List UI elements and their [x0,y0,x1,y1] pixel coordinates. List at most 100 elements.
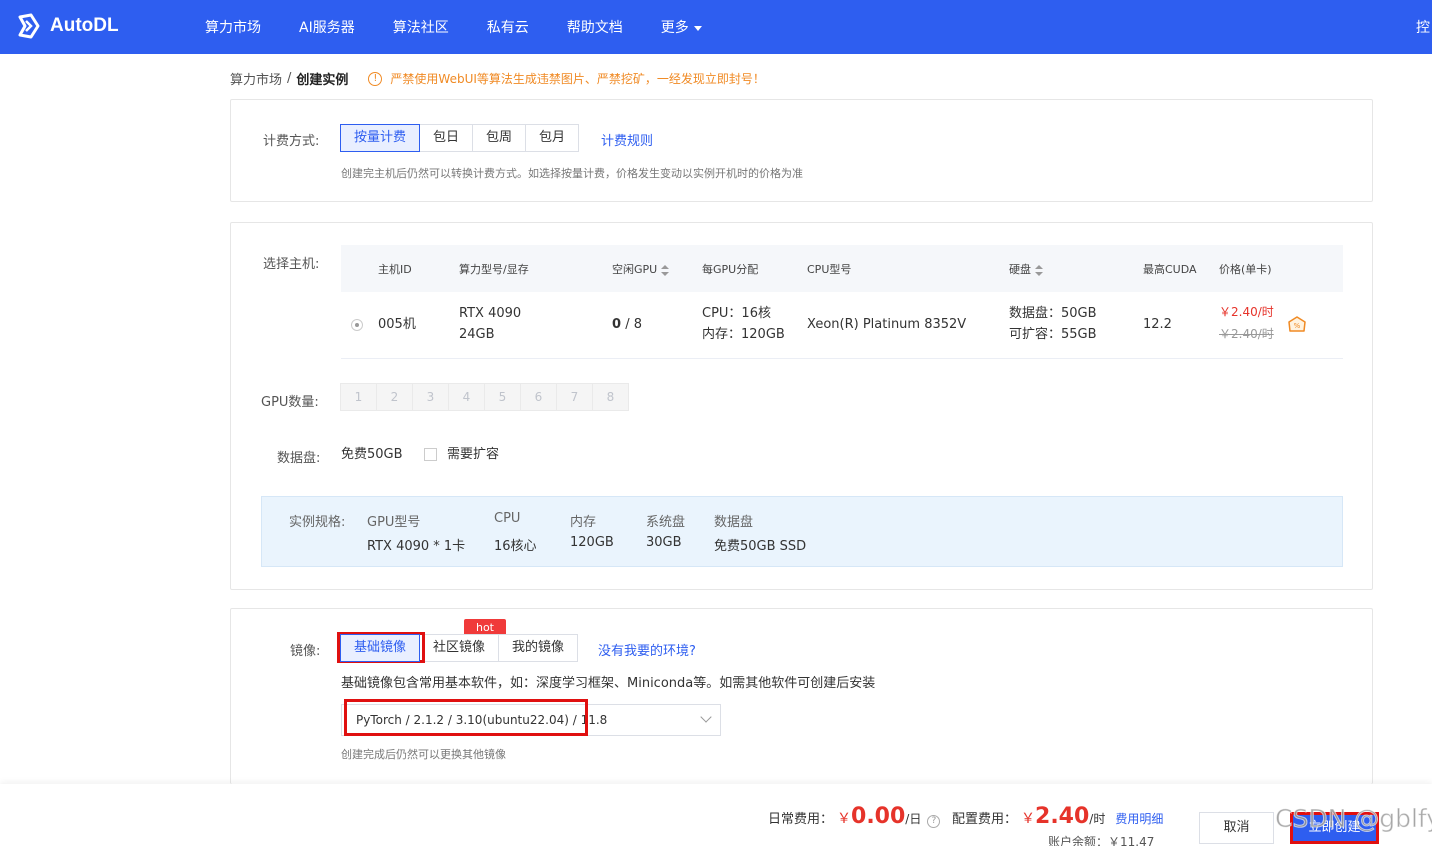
nav-item-docs[interactable]: 帮助文档 [567,17,623,37]
nav-more-label: 更多 [660,20,689,36]
gpu-count-option[interactable]: 4 [448,383,485,411]
col-free-gpu-label: 空闲GPU [612,263,658,276]
gpu-count-option[interactable]: 8 [592,383,629,411]
nav-item-more[interactable]: 更多 [661,17,702,37]
col-disk-label: 硬盘 [1009,263,1031,276]
col-cuda: 最高CUDA [1143,263,1197,276]
cpu-alloc: CPU：16核 [702,306,771,321]
billing-options: 按量计费 包日 包周 包月 [340,124,580,152]
config-fee-unit: /时 [1089,812,1106,826]
mem-alloc: 内存：120GB [702,327,785,342]
gpu-memory: 24GB [459,327,495,342]
host-id[interactable]: 005机 [378,314,416,335]
svg-text:%: % [1294,322,1301,330]
sort-icon[interactable] [661,264,670,276]
footer-bar: 日常费用： ￥ 0.00 /日 ? 配置费用： ￥ 2.40 /时 费用明细 账… [0,784,1432,846]
missing-env-link[interactable]: 没有我要的环境? [598,640,696,659]
tab-my-image[interactable]: 我的镜像 [498,634,579,662]
expand-checkbox[interactable] [424,448,437,461]
gpu-count-selector: 1 2 3 4 5 6 7 8 [340,383,629,411]
top-navbar: AutoDL 算力市场 AI服务器 算法社区 私有云 帮助文档 更多 控 [0,0,1432,54]
breadcrumb-parent[interactable]: 算力市场 [230,69,282,88]
daily-fee-unit: /日 [905,812,922,826]
nav-item-market[interactable]: 算力市场 [205,17,261,37]
config-fee-amount: 2.40 [1035,804,1090,829]
cancel-button[interactable]: 取消 [1199,812,1274,844]
host-table-header: 主机ID 算力型号/显存 空闲GPU 每GPU分配 CPU型号 硬盘 最高CUD… [341,245,1343,292]
gpu-count-option[interactable]: 7 [556,383,593,411]
spec-sysdisk-heading: 系统盘 [646,515,686,530]
warning-text: 严禁使用WebUI等算法生成违禁图片、严禁挖矿，一经发现立即封号！ [390,72,765,86]
cuda-version: 12.2 [1143,317,1172,332]
data-disk-free: 免费50GB [341,447,403,462]
spec-gpu-heading: GPU型号 [367,515,421,530]
gpu-count-option[interactable]: 2 [376,383,413,411]
help-icon[interactable]: ? [927,815,941,828]
col-free-gpu[interactable]: 空闲GPU [612,261,670,277]
nav-item-private-cloud[interactable]: 私有云 [487,17,529,37]
spec-mem-heading: 内存 [570,515,597,530]
tab-community-image[interactable]: 社区镜像 [419,634,500,662]
gpu-count-option[interactable]: 5 [484,383,521,411]
col-per-gpu: 每GPU分配 [702,263,759,276]
spec-cpu-value: 16核心 [494,539,537,554]
config-fee: 配置费用： ￥ 2.40 /时 费用明细 [952,804,1163,829]
discount-badge-icon: % [1288,316,1306,332]
nav-item-ai-server[interactable]: AI服务器 [299,17,355,37]
sort-icon[interactable] [1035,264,1043,276]
billing-hint: 创建完主机后仍然可以转换计费方式。如选择按量计费，价格发生变动以实例开机时的价格… [341,167,803,180]
billing-option-monthly[interactable]: 包月 [525,124,580,152]
total-gpu: / 8 [625,317,642,332]
chevron-down-icon [700,711,712,723]
config-fee-label: 配置费用： [952,812,1018,827]
gpu-count-option[interactable]: 1 [340,383,377,411]
spec-label: 实例规格: [289,515,346,530]
config-fee-currency: ￥ [1021,811,1036,827]
image-hint: 创建完成后仍然可以更换其他镜像 [341,748,506,761]
host-radio[interactable] [351,319,363,331]
instance-spec-panel: 实例规格: GPU型号 RTX 4090 * 1卡 CPU 16核心 内存 12… [261,496,1343,567]
free-gpu-count: 0 [612,317,622,332]
spec-sysdisk-value: 30GB [646,535,682,550]
expand-checkbox-label[interactable]: 需要扩容 [447,444,499,465]
account-balance: 账户余额：￥11.47 [1048,835,1155,846]
daily-fee-amount: 0.00 [851,804,906,829]
breadcrumb-current: 创建实例 [296,73,349,88]
image-tabs: 基础镜像 社区镜像 我的镜像 [340,634,579,662]
nav-console-link[interactable]: 控 [1416,17,1430,37]
app-name: AutoDL [50,15,119,36]
gpu-model: RTX 4090 [459,306,522,321]
col-host-id: 主机ID [378,263,412,276]
chevron-down-icon [693,25,702,31]
col-price: 价格(单卡) [1219,263,1272,276]
disk-data: 数据盘：50GB [1009,306,1097,321]
image-label: 镜像: [290,644,321,659]
csdn-watermark: CSDN @gblfy [1274,804,1432,834]
col-gpu-model: 算力型号/显存 [459,263,529,276]
logo[interactable]: AutoDL [14,12,119,40]
table-row[interactable]: 005机 RTX 4090 24GB 0 / 8 CPU：16核 内存：120G… [341,293,1343,359]
gpu-count-option[interactable]: 6 [520,383,557,411]
gpu-count-label: GPU数量: [261,395,319,410]
host-card: 选择主机: 主机ID 算力型号/显存 空闲GPU 每GPU分配 CPU型号 硬盘… [230,222,1373,590]
billing-option-weekly[interactable]: 包周 [472,124,527,152]
spec-cpu-heading: CPU [494,511,521,526]
fee-detail-link[interactable]: 费用明细 [1115,810,1163,827]
billing-label: 计费方式: [263,134,320,149]
col-disk[interactable]: 硬盘 [1009,261,1043,277]
tab-base-image[interactable]: 基础镜像 [340,634,421,662]
daily-fee-currency: ￥ [837,811,852,827]
billing-rules-link[interactable]: 计费规则 [601,130,653,149]
daily-fee: 日常费用： ￥ 0.00 /日 ? [768,804,941,829]
col-cpu-model: CPU型号 [807,263,852,276]
spec-mem-value: 120GB [570,535,614,550]
billing-option-daily[interactable]: 包日 [419,124,474,152]
price-current: ￥2.40/时 [1219,305,1274,319]
nav-item-community[interactable]: 算法社区 [393,17,449,37]
spec-datadisk-heading: 数据盘 [714,515,754,530]
gpu-count-option[interactable]: 3 [412,383,449,411]
annotation-box-select [344,699,588,736]
spec-gpu-value: RTX 4090 * 1卡 [367,539,466,554]
billing-option-pay-as-you-go[interactable]: 按量计费 [340,124,421,152]
main-nav: 算力市场 AI服务器 算法社区 私有云 帮助文档 更多 [205,0,740,54]
